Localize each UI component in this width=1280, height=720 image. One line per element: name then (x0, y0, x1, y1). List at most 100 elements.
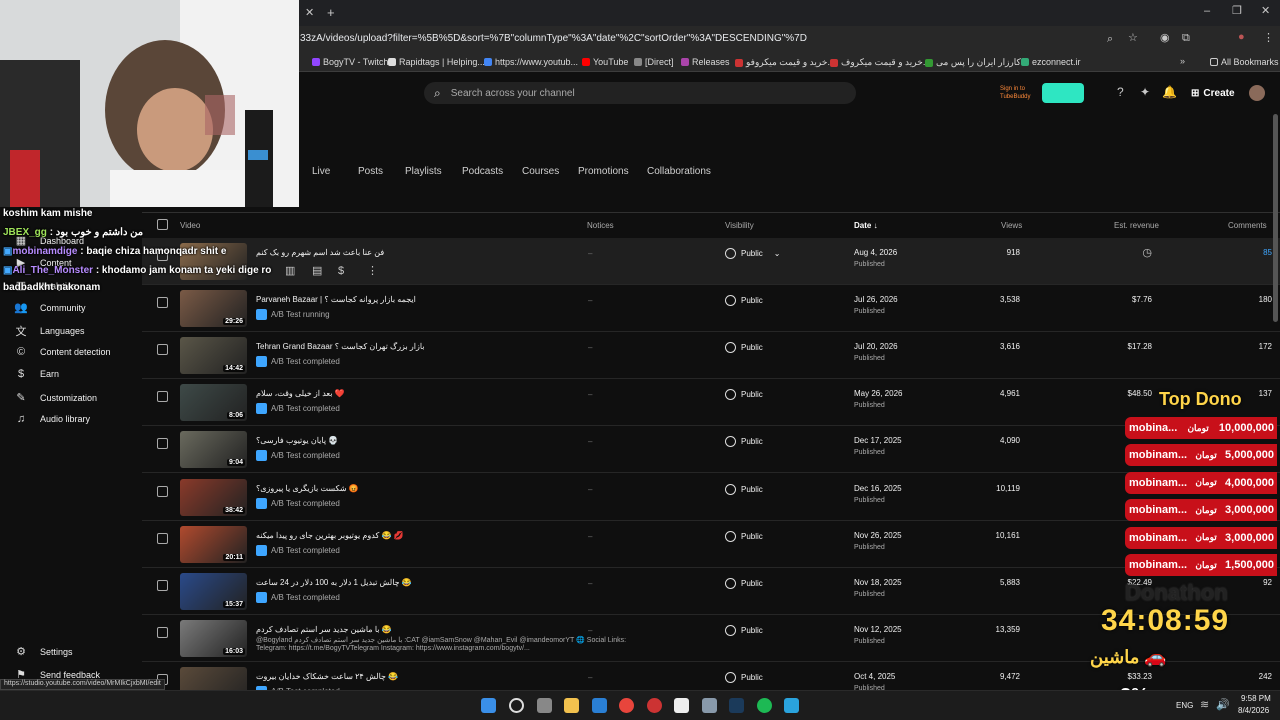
table-row[interactable]: 20:11 کدوم یوتیوبر بهترین جای رو پیدا میک… (142, 521, 1280, 568)
sidebar-item-content-detection[interactable]: © Content detection (14, 346, 111, 358)
table-row[interactable]: 29:26 Parvaneh Bazaar | ایجمه بازار پروان… (142, 285, 1280, 332)
comments-icon[interactable]: ▤ (312, 266, 322, 277)
video-thumbnail[interactable]: 15:37 (180, 573, 247, 610)
video-thumbnail[interactable]: 9:04 (180, 431, 247, 468)
zoom-icon[interactable]: ⌕ (1107, 34, 1113, 45)
tab-promotions[interactable]: Promotions (578, 166, 629, 177)
table-row[interactable]: 9:04 پایان یوتیوب فارسی؟ 💀 A/B Test comple… (142, 426, 1280, 473)
wifi-icon[interactable]: ≋ (1200, 700, 1209, 711)
column-header-date[interactable]: Date ↓ (854, 221, 878, 230)
bookmark-item[interactable]: Rapidtags | Helping... (388, 57, 485, 67)
search-icon[interactable] (509, 698, 524, 713)
video-title[interactable]: بعد از خیلی وقت، سلام ❤️ (256, 389, 345, 398)
task-view-icon[interactable] (537, 698, 552, 713)
steam-icon[interactable] (729, 698, 744, 713)
tab-playlists[interactable]: Playlists (405, 166, 442, 177)
help-icon[interactable]: ? (1117, 86, 1124, 98)
tab-collaborations[interactable]: Collaborations (647, 166, 711, 177)
spotify-icon[interactable] (757, 698, 772, 713)
row-checkbox[interactable] (157, 486, 168, 497)
tab-live[interactable]: Live (312, 166, 330, 177)
video-title[interactable]: کدوم یوتیوبر بهترین جای رو پیدا میکنه 😂 … (256, 531, 404, 540)
video-thumbnail[interactable]: 29:26 (180, 290, 247, 327)
video-title[interactable]: فن عنا باعث شد اسم شهرم رو بک کنم (256, 248, 384, 257)
row-checkbox[interactable] (157, 627, 168, 638)
sparkle-icon[interactable]: ✦ (1140, 86, 1150, 98)
address-bar-url[interactable]: 33zA/videos/upload?filter=%5B%5D&sort=%7… (300, 33, 807, 44)
bookmark-star-icon[interactable]: ☆ (1128, 33, 1138, 44)
vscode-icon[interactable] (592, 698, 607, 713)
scrollbar[interactable] (1273, 114, 1278, 322)
table-row[interactable]: 8:06 بعد از خیلی وقت، سلام ❤️ A/B Test com… (142, 379, 1280, 426)
extension-icon[interactable]: ◉ (1160, 33, 1170, 44)
profile-icon[interactable]: ● (1238, 32, 1245, 43)
video-title[interactable]: پایان یوتیوب فارسی؟ 💀 (256, 436, 338, 445)
table-row[interactable]: فن عنا باعث شد اسم شهرم رو بک کنم ▥ ▤ $ ⋮ – Pu… (142, 238, 1280, 285)
more-bookmarks-icon[interactable]: » (1180, 57, 1185, 66)
create-button[interactable]: ⊞ Create (1183, 82, 1243, 104)
video-thumbnail[interactable]: 14:42 (180, 337, 247, 374)
video-title[interactable]: چالش تبدیل 1 دلار به 100 دلار در 24 ساعت… (256, 578, 412, 587)
sidebar-item-customization[interactable]: ✎ Customization (14, 391, 97, 404)
video-title[interactable]: با ماشین جدید سر استم تصادف کردم 😂 (256, 625, 392, 634)
video-thumbnail[interactable]: 38:42 (180, 479, 247, 516)
visibility-value[interactable]: Public ⌄ (725, 248, 781, 259)
app-icon[interactable] (647, 698, 662, 713)
start-icon[interactable] (481, 698, 496, 713)
file-explorer-icon[interactable] (564, 698, 579, 713)
bookmark-item[interactable]: کارزار ایران را پس می... (925, 57, 1028, 68)
minimize-window-icon[interactable]: – (1204, 6, 1210, 17)
row-checkbox[interactable] (157, 580, 168, 591)
sidebar-item-audio-library[interactable]: ♫ Audio library (14, 413, 90, 425)
tubebuddy-sign-in[interactable]: Sign in to TubeBuddy (1000, 85, 1036, 101)
close-tab-icon[interactable]: ✕ (305, 8, 314, 19)
menu-icon[interactable]: ⋮ (1263, 33, 1274, 44)
maximize-window-icon[interactable]: ❐ (1232, 6, 1242, 17)
bookmark-item[interactable]: ezconnect.ir (1021, 57, 1081, 67)
bookmark-item[interactable]: خرید و قیمت میکروفو... (735, 57, 835, 68)
clock-time[interactable]: 9:58 PM (1241, 694, 1271, 703)
tab-courses[interactable]: Courses (522, 166, 559, 177)
row-checkbox[interactable] (157, 297, 168, 308)
tab-posts[interactable]: Posts (358, 166, 383, 177)
puzzle-icon[interactable]: ⧉ (1182, 33, 1190, 44)
video-thumbnail[interactable]: 8:06 (180, 384, 247, 421)
avatar[interactable] (1249, 85, 1265, 101)
bookmark-item[interactable]: [Direct] (634, 57, 674, 67)
bookmark-item[interactable]: YouTube (582, 57, 628, 67)
video-thumbnail[interactable]: 20:11 (180, 526, 247, 563)
close-window-icon[interactable]: ✕ (1261, 6, 1270, 17)
settings-icon[interactable] (702, 698, 717, 713)
telegram-icon[interactable] (784, 698, 799, 713)
video-thumbnail[interactable]: 16:03 (180, 620, 247, 657)
video-title[interactable]: شکست بازیگری یا پیروزی؟ 😡 (256, 484, 359, 493)
video-title[interactable]: Tehran Grand Bazaar بازار بزرگ تهران کجا… (256, 342, 425, 351)
bookmark-item[interactable]: https://www.youtub... (484, 57, 578, 67)
table-row[interactable]: 38:42 شکست بازیگری یا پیروزی؟ 😡 A/B Test c… (142, 474, 1280, 521)
row-checkbox[interactable] (157, 533, 168, 544)
bookmark-item[interactable]: Releases (681, 57, 730, 67)
new-tab-icon[interactable]: + (327, 6, 335, 19)
bookmark-item[interactable]: BogyTV - Twitch (312, 57, 388, 67)
select-all-checkbox[interactable] (157, 219, 168, 230)
search-input[interactable]: ⌕ Search across your channel (424, 82, 856, 104)
chrome-icon[interactable] (619, 698, 634, 713)
column-header-revenue[interactable]: Est. revenue (1114, 221, 1159, 230)
monetization-icon[interactable]: $ (338, 266, 344, 277)
row-checkbox[interactable] (157, 391, 168, 402)
analytics-icon[interactable]: ▥ (285, 266, 295, 277)
row-checkbox[interactable] (157, 438, 168, 449)
video-title[interactable]: چالش ۲۴ ساعت خشکاک خدایان بیروت 😂 (256, 672, 398, 681)
bookmark-item[interactable]: خرید و قیمت میکروف... (830, 57, 930, 68)
notifications-bell-icon[interactable]: 🔔 (1162, 86, 1177, 98)
row-checkbox[interactable] (157, 344, 168, 355)
more-options-icon[interactable]: ⋮ (367, 266, 378, 277)
column-header-views[interactable]: Views (1001, 221, 1022, 230)
all-bookmarks[interactable]: All Bookmarks (1210, 57, 1279, 67)
clock-date[interactable]: 8/4/2026 (1238, 706, 1269, 715)
tubebuddy-icon[interactable] (1042, 83, 1084, 103)
sidebar-item-languages[interactable]: 文 Languages (14, 323, 85, 339)
volume-icon[interactable]: 🔊 (1216, 700, 1230, 711)
language-indicator[interactable]: ENG (1176, 701, 1193, 710)
sidebar-item-community[interactable]: 👥 Community (14, 301, 85, 314)
